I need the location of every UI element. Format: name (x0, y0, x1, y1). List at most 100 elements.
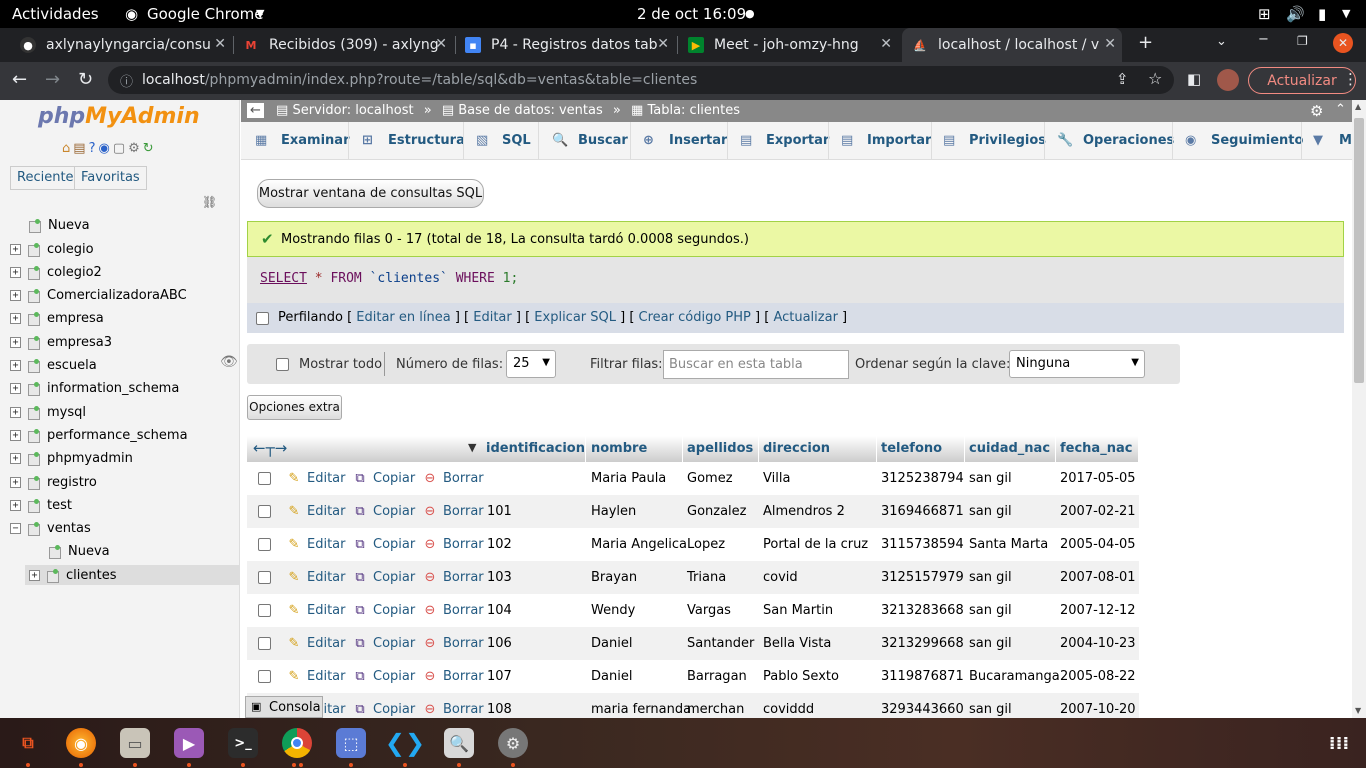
column-header[interactable]: cuidad_nac (966, 436, 1056, 462)
link-icon[interactable]: ⛓ (202, 195, 217, 209)
tree-database[interactable]: + information_schema (10, 378, 179, 398)
new-tab-icon[interactable]: + (1138, 32, 1153, 53)
copy-row-link[interactable]: ⧉ Copiar (353, 636, 415, 651)
delete-row-link[interactable]: ⊖ Borrar (423, 603, 484, 618)
copy-row-link[interactable]: ⧉ Copiar (353, 669, 415, 684)
column-header[interactable]: direccion (760, 436, 877, 462)
recent-tab[interactable]: Reciente (10, 166, 81, 190)
firefox-icon[interactable]: ◉ (66, 728, 96, 758)
row-checkbox[interactable] (258, 637, 271, 650)
bookmark-star-icon[interactable]: ☆ (1148, 69, 1162, 88)
tab-github[interactable]: ● axlynaylyngarcia/consu ✕ (20, 28, 232, 62)
breadcrumb-database[interactable]: Base de datos: ventas (458, 103, 603, 118)
profiling-checkbox[interactable] (256, 312, 269, 325)
tree-database[interactable]: + phpmyadmin (10, 448, 133, 468)
tree-database[interactable]: + mysql (10, 402, 86, 422)
breadcrumb-table[interactable]: Tabla: clientes (647, 103, 740, 118)
tree-database[interactable]: + performance_schema (10, 425, 188, 445)
tree-database[interactable]: + colegio2 (10, 262, 102, 282)
logout-icon[interactable]: ▤ (73, 141, 88, 156)
close-icon[interactable]: ✕ (1104, 36, 1116, 52)
forward-icon[interactable]: → (45, 69, 60, 90)
refresh-link[interactable]: Actualizar (773, 310, 837, 325)
copy-row-link[interactable]: ⧉ Copiar (353, 504, 415, 519)
settings-gear-icon[interactable]: ⚙ (128, 141, 143, 156)
tab-more[interactable]: ▼Más (1313, 122, 1352, 160)
tab-search-chevron-icon[interactable]: ⌄ (1216, 34, 1227, 49)
help-icon[interactable]: ? (89, 141, 99, 156)
tree-database[interactable]: + empresa (10, 308, 104, 328)
expand-icon[interactable]: + (10, 336, 21, 348)
copy-row-link[interactable]: ⧉ Copiar (353, 702, 415, 717)
expand-icon[interactable]: + (10, 266, 21, 278)
scrollbar-thumb[interactable] (1354, 118, 1364, 383)
delete-row-link[interactable]: ⊖ Borrar (423, 537, 484, 552)
explain-sql-link[interactable]: Explicar SQL (534, 310, 616, 325)
docs-icon[interactable]: ◉ (98, 141, 112, 156)
tab-phpmyadmin[interactable]: ⛵ localhost / localhost / v ✕ (902, 28, 1122, 62)
close-icon[interactable]: ✕ (435, 36, 447, 52)
edit-row-link[interactable]: ✎Editar (287, 504, 346, 519)
sql-keyword-link[interactable]: SELECT (260, 271, 307, 286)
tree-database[interactable]: + ComercializadoraABC (10, 285, 187, 305)
chrome-icon[interactable] (282, 728, 312, 758)
tab-tracking[interactable]: ◉ Seguimiento (1185, 122, 1303, 160)
tree-database[interactable]: + test (10, 495, 72, 515)
update-button[interactable]: Actualizar (1248, 67, 1356, 94)
side-panel-icon[interactable]: ◧ (1187, 70, 1201, 88)
network-icon[interactable]: ⊞ (1258, 5, 1271, 23)
tab-insert[interactable]: ⊕ Insertar (643, 122, 727, 160)
screenshot-icon[interactable]: ⧉ (13, 728, 43, 758)
column-header[interactable]: telefono (878, 436, 965, 462)
collapse-nav-icon[interactable]: ← (247, 103, 264, 118)
videos-icon[interactable]: ▶ (174, 728, 204, 758)
clock[interactable]: 2 de oct 16:09 (637, 5, 746, 23)
edit-row-link[interactable]: ✎Editar (287, 669, 346, 684)
expand-icon[interactable]: + (10, 452, 21, 464)
tab-browse[interactable]: ▦ Examinar (255, 122, 349, 160)
app-menu[interactable]: Google Chrome (147, 5, 264, 23)
minimize-icon[interactable]: − (1258, 32, 1269, 47)
expand-icon[interactable]: + (10, 382, 21, 394)
reload-navigation-icon[interactable]: ↻ (143, 141, 157, 156)
edit-row-link[interactable]: ✎Editar (287, 471, 346, 486)
volume-icon[interactable]: 🔊 (1286, 5, 1305, 23)
close-icon[interactable]: ✕ (214, 36, 226, 52)
battery-icon[interactable]: ▮ (1318, 5, 1326, 23)
expand-icon[interactable]: + (10, 312, 21, 324)
filter-rows-input[interactable]: Buscar en esta tabla (663, 350, 849, 379)
expand-icon[interactable]: + (10, 359, 21, 371)
settings-icon[interactable]: ⚙ (498, 728, 528, 758)
edit-link[interactable]: Editar (473, 310, 512, 325)
tree-table-clientes[interactable]: + clientes (25, 565, 240, 585)
tab-meet[interactable]: ▶ Meet - joh-omzy-hng ✕ (688, 28, 898, 62)
extra-options-button[interactable]: Opciones extra (247, 395, 342, 420)
share-icon[interactable]: ⇪ (1116, 70, 1129, 88)
tree-new-table[interactable]: Nueva (48, 541, 110, 561)
tree-database[interactable]: + colegio (10, 239, 94, 259)
delete-row-link[interactable]: ⊖ Borrar (423, 471, 484, 486)
edit-row-link[interactable]: ✎Editar (287, 537, 346, 552)
kebab-menu-icon[interactable]: ⋮ (1343, 70, 1358, 88)
row-checkbox[interactable] (258, 670, 271, 683)
tree-database[interactable]: + escuela (10, 355, 97, 375)
copy-icon[interactable]: ▢ (113, 141, 128, 156)
eye-icon[interactable]: 👁 (220, 354, 238, 370)
edit-inline-link[interactable]: Editar en línea (356, 310, 450, 325)
expand-icon[interactable]: + (10, 476, 21, 488)
tab-sql[interactable]: ▧ SQL (476, 122, 531, 160)
delete-row-link[interactable]: ⊖ Borrar (423, 504, 484, 519)
screenshot-tool-icon[interactable]: ⬚ (336, 728, 366, 758)
row-checkbox[interactable] (258, 604, 271, 617)
collapse-icon[interactable]: − (10, 522, 21, 534)
tree-database-ventas[interactable]: − ventas (10, 518, 91, 538)
home-icon[interactable]: ⌂ (62, 141, 73, 156)
tree-database[interactable]: + registro (10, 472, 97, 492)
copy-row-link[interactable]: ⧉ Copiar (353, 570, 415, 585)
scroll-down-icon[interactable]: ▼ (1355, 706, 1361, 715)
scroll-up-icon[interactable]: ▲ (1355, 102, 1361, 111)
system-menu-chevron-icon[interactable]: ▼ (1342, 7, 1350, 20)
expand-icon[interactable]: + (10, 243, 21, 255)
tab-structure[interactable]: ⊞ Estructura (362, 122, 465, 160)
options-chevron-icon[interactable]: ▼ (468, 441, 476, 454)
